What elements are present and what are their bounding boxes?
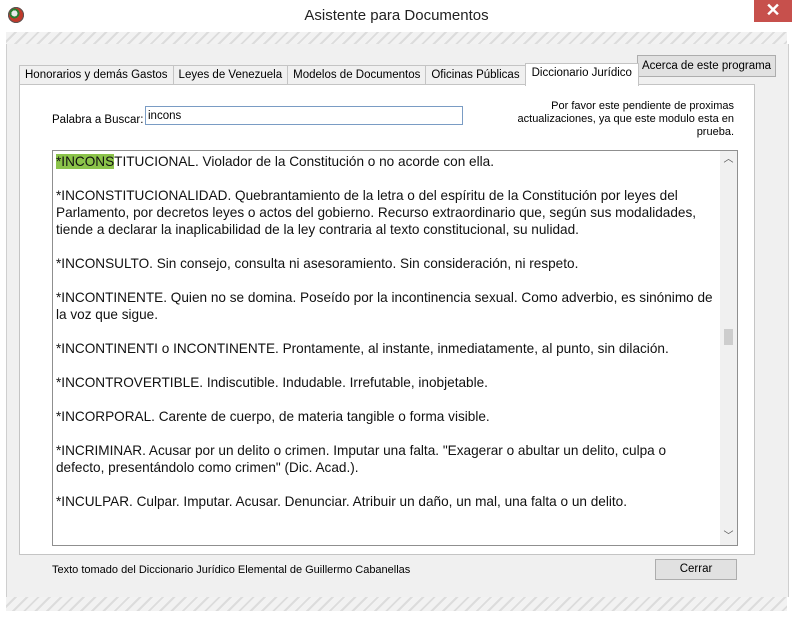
results-textarea[interactable]: *INCONSTITUCIONAL. Violador de la Consti…: [52, 150, 738, 546]
result-entry: *INCULPAR. Culpar. Imputar. Acusar. Denu…: [56, 494, 628, 509]
search-highlight: *INCONS: [56, 154, 115, 169]
window-border-top: [6, 32, 787, 44]
result-entry: *INCONSTITUCIONAL. Violador de la Consti…: [56, 154, 494, 169]
tab-leyes[interactable]: Leyes de Venezuela: [172, 65, 289, 85]
scrollbar-thumb[interactable]: [724, 329, 733, 345]
source-credit: Texto tomado del Diccionario Jurídico El…: [52, 564, 411, 576]
about-button[interactable]: Acerca de este programa: [637, 55, 776, 77]
result-entry: *INCONTINENTE. Quien no se domina. Poseí…: [56, 290, 713, 322]
window-title: Asistente para Documentos: [304, 7, 489, 24]
tab-diccionario[interactable]: Diccionario Jurídico: [524, 63, 639, 86]
vertical-scrollbar[interactable]: ︿ ﹀: [720, 151, 737, 545]
result-entry: *INCONSULTO. Sin consejo, consulta ni as…: [56, 256, 579, 271]
search-input[interactable]: [145, 106, 463, 125]
chevron-down-icon[interactable]: ﹀: [720, 528, 737, 545]
chevron-up-icon[interactable]: ︿: [720, 151, 737, 168]
tab-oficinas[interactable]: Oficinas Públicas: [425, 65, 526, 85]
cerrar-button[interactable]: Cerrar: [655, 559, 737, 580]
notice-text: Por favor este pendiente de proximas act…: [517, 100, 734, 138]
window-close-button[interactable]: ✕: [754, 0, 792, 22]
result-entry: *INCONTINENTI o INCONTINENTE. Prontament…: [56, 341, 669, 356]
result-entry: *INCRIMINAR. Acusar por un delito o crim…: [56, 443, 667, 475]
title-bar: Asistente para Documentos ✕: [0, 0, 793, 32]
tab-strip: Honorarios y demás Gastos Leyes de Venez…: [19, 63, 639, 86]
result-entry: *INCORPORAL. Carente de cuerpo, de mater…: [56, 409, 490, 424]
result-entry: *INCONTROVERTIBLE. Indiscutible. Indudab…: [56, 375, 488, 390]
tab-modelos[interactable]: Modelos de Documentos: [287, 65, 427, 85]
results-content: *INCONSTITUCIONAL. Violador de la Consti…: [56, 153, 716, 527]
result-entry: *INCONSTITUCIONALIDAD. Quebrantamiento d…: [56, 188, 697, 237]
window-border-bottom: [6, 597, 787, 611]
tab-honorarios[interactable]: Honorarios y demás Gastos: [19, 65, 174, 85]
search-label: Palabra a Buscar:: [52, 114, 144, 126]
